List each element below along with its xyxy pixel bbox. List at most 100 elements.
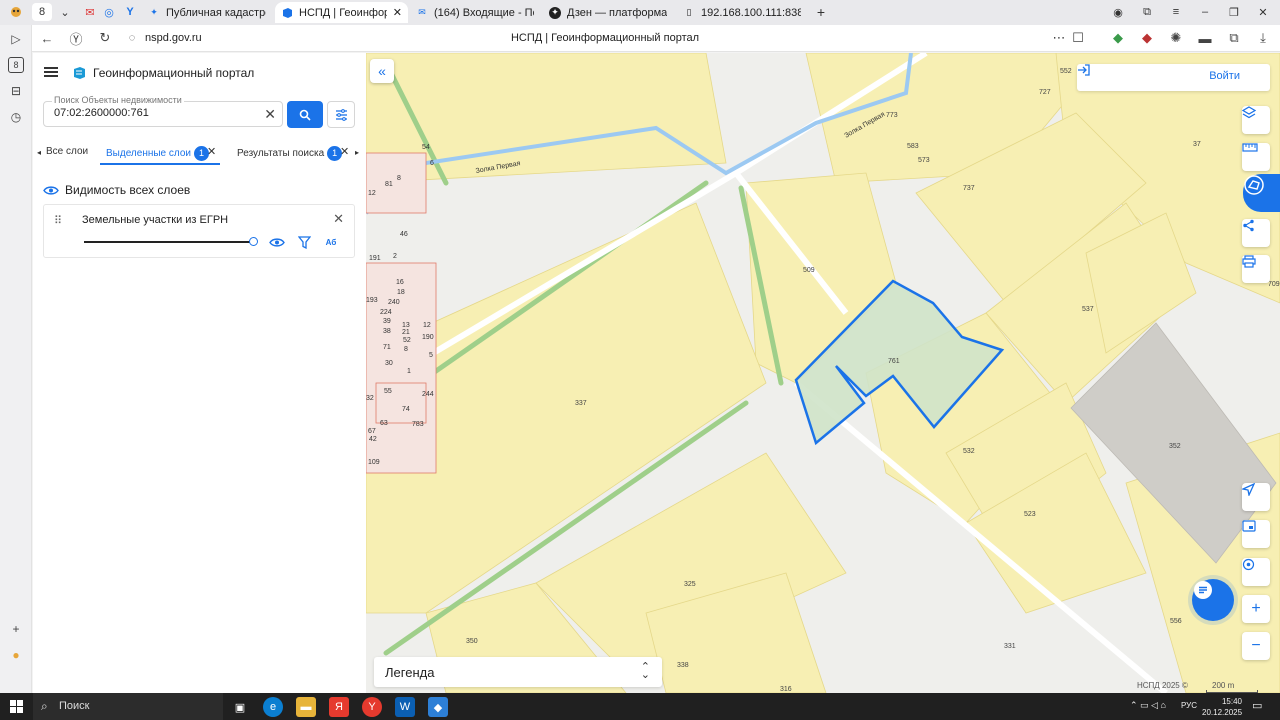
close-icon[interactable]: ✕ [207,145,216,158]
time: 15:40 [1221,697,1242,706]
village-number: 190 [422,334,434,341]
profile-icon[interactable]: ◉ [1108,3,1128,21]
all-layers-visibility[interactable]: Видимость всех слоев [43,183,190,197]
share-button[interactable] [1242,219,1270,247]
app-icon[interactable]: ◆ [428,697,448,717]
edge-icon[interactable]: e [263,697,283,717]
more-icon[interactable]: ⋯ [1051,30,1067,46]
tab-dzen[interactable]: ✦ Дзен — платформа для п [543,2,673,23]
windows-start-icon[interactable] [10,700,23,713]
parcel-number: 556 [1170,618,1182,625]
close-window-icon[interactable]: ✕ [1253,3,1273,21]
clear-icon[interactable]: ✕ [264,106,276,123]
taskbar-search[interactable]: ⌕ Поиск [33,693,223,720]
tabs-scroll-right-icon[interactable]: ▸ [355,148,359,157]
browser-tab-bar: 8 ⌄ ✉ ◎ Y ✦ Публичная кадастровая НСПД |… [0,0,1280,25]
mail-icon[interactable]: ✉ [80,3,100,21]
filter-icon[interactable] [295,234,313,250]
village-number: 783 [412,421,424,428]
yandex-browser-icon[interactable]: Y [362,697,382,717]
extension-icon[interactable]: ◆ [1139,30,1155,46]
eye-icon[interactable] [268,234,286,250]
tab-cadastral[interactable]: ✦ Публичная кадастровая [142,2,272,23]
filter-settings-button[interactable] [327,101,355,128]
panel-tabs: ◂ Все слои Выделенные слои 1 ✕ Результаты… [33,139,366,165]
village-number: 67 [368,428,376,435]
yandex-icon[interactable]: Y [120,3,140,21]
tab-ip[interactable]: ▯ 192.168.100.111:8388 [677,2,807,23]
extension-icon[interactable]: ◆ [1110,30,1126,46]
language-indicator[interactable]: РУС [1181,701,1197,710]
tabs-scroll-left-icon[interactable]: ◂ [37,148,41,157]
labels-icon[interactable]: Aб [322,234,340,250]
print-button[interactable] [1242,255,1270,283]
village-number: 63 [380,420,388,427]
search-field[interactable]: Поиск Объекты недвижимости ✕ [43,95,283,127]
expand-collapse-icon[interactable]: ⌃ ⌄ [641,662,650,681]
extension-icon[interactable]: ✺ [1168,30,1184,46]
hamburger-menu-icon[interactable] [44,67,58,77]
map-canvas[interactable]: Золка Первая Золка Первая 552 727 773 58… [366,53,1280,693]
login-button[interactable]: Войти [1077,64,1270,91]
notifications-icon[interactable]: ▭ [1252,699,1262,712]
browser-logo-icon[interactable] [6,3,26,21]
close-icon[interactable]: ✕ [340,145,349,158]
clock[interactable]: 15:40 20.12.2025 [1202,696,1242,718]
collapse-panel-button[interactable]: « [370,59,394,83]
chat-button[interactable] [1192,579,1234,621]
search-input[interactable] [54,107,254,119]
opacity-slider[interactable] [84,241,254,243]
download-icon[interactable]: ⤓ [1255,30,1271,46]
app-icon[interactable]: ● [8,647,24,663]
legend-label: Легенда [385,665,435,680]
zoom-in-button[interactable]: + [1242,595,1270,623]
file-explorer-icon[interactable]: ▬ [296,697,316,717]
select-area-tool-button[interactable] [1243,174,1280,212]
scale-label: 200 m [1212,681,1235,690]
search-button[interactable] [287,101,323,128]
map-view[interactable]: Золка Первая Золка Первая 552 727 773 58… [366,53,1280,693]
drag-handle-icon[interactable]: ⠿ [54,214,62,227]
opacity-slider-handle[interactable] [249,237,258,246]
close-icon[interactable]: ✕ [333,211,344,227]
parcel-number: 709 [1268,281,1280,288]
bookmarks-icon[interactable]: ⧉ [1137,3,1157,21]
restore-icon[interactable]: ❐ [1224,3,1244,21]
geo-search-button[interactable] [1242,558,1270,586]
parcel-number: 338 [677,662,689,669]
zoom-out-button[interactable]: − [1242,632,1270,660]
tab-search-results[interactable]: Результаты поиска 1 [237,146,343,161]
parcel-number: 509 [803,267,815,274]
side-panel: Геоинформационный портал Поиск Объекты н… [33,53,366,693]
minimap-button[interactable] [1242,520,1270,548]
task-view-icon[interactable]: ▣ [230,697,250,717]
tray-icons[interactable]: ⌃ ▭ ◁ ⌂ [1130,700,1166,711]
media-icon[interactable]: ⊟ [8,83,24,99]
layers-button[interactable] [1242,106,1270,134]
bookmark-icon[interactable]: ☐ [1070,30,1086,46]
minimize-icon[interactable]: – [1195,3,1215,21]
parcel-number: 331 [1004,643,1016,650]
new-tab-button[interactable]: + [811,3,831,21]
portal-title: Геоинформационный портал [93,66,255,80]
locate-button[interactable] [1242,483,1270,511]
play-icon[interactable]: ▷ [8,31,24,47]
ruler-button[interactable] [1242,143,1270,171]
menu-icon[interactable]: ≡ [1166,3,1186,21]
legend-panel[interactable]: Легенда ⌃ ⌄ [374,657,662,687]
add-icon[interactable]: + [8,621,24,637]
sidebar-badge[interactable]: 8 [8,57,24,73]
history-icon[interactable]: ◷ [8,109,24,125]
tab-mail[interactable]: ✉ (164) Входящие - Почта М [410,2,540,23]
tab-selected-layers[interactable]: Выделенные слои 1 [106,146,209,161]
chevron-down-icon[interactable]: ⌄ [55,3,75,21]
tab-count-badge[interactable]: 8 [32,3,52,21]
extension-icon[interactable]: ⧉ [1226,30,1242,46]
close-icon[interactable]: ✕ [393,6,402,19]
cloud-icon[interactable]: ◎ [99,3,119,21]
extension-icon[interactable]: ▬ [1197,30,1213,46]
app-icon[interactable]: W [395,697,415,717]
tab-nspd[interactable]: НСПД | Геоинформаци ✕ [275,2,408,23]
yandex-app-icon[interactable]: Я [329,697,349,717]
tab-all-layers[interactable]: Все слои [46,146,88,157]
